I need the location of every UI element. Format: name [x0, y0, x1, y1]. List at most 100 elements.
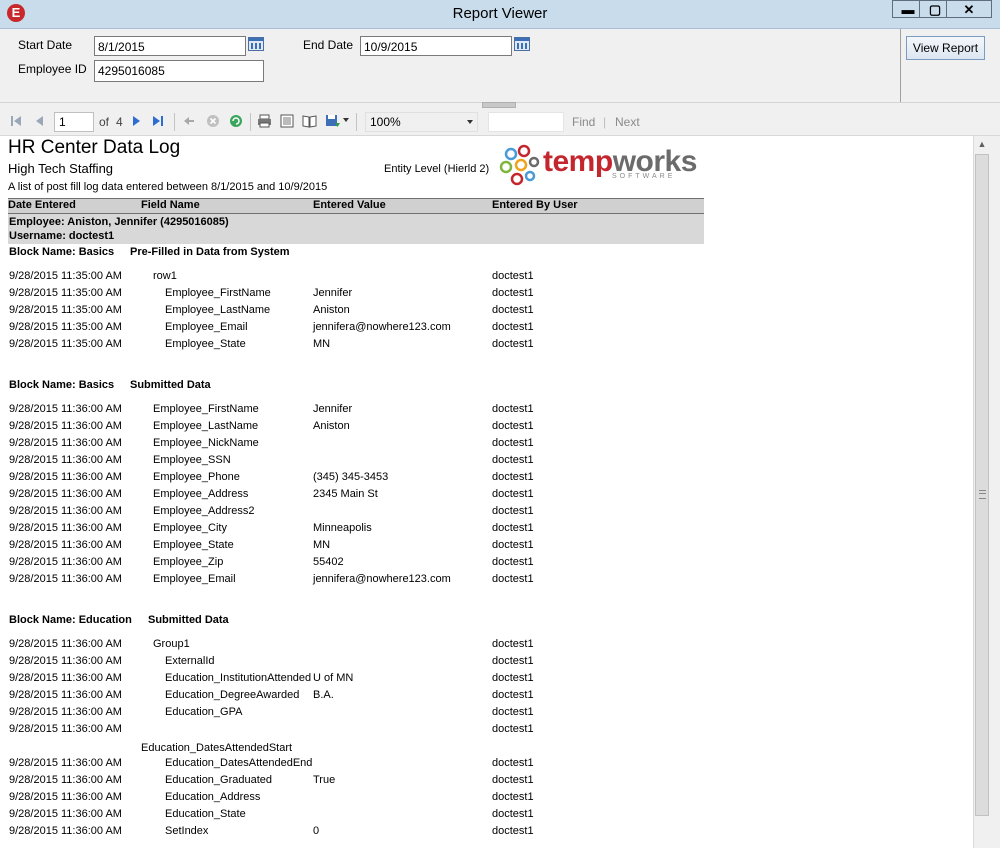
window-title: Report Viewer [452, 5, 548, 22]
log-row-date: 9/28/2015 11:36:00 AM [9, 825, 122, 837]
view-report-button[interactable]: View Report [906, 36, 985, 60]
log-row-user: doctest1 [492, 522, 534, 534]
log-row-user: doctest1 [492, 808, 534, 820]
log-row-field: Education_DatesAttendedStart [141, 742, 293, 754]
previous-page-icon[interactable] [33, 115, 45, 127]
log-row-field: Education_DatesAttendedEnd [165, 757, 313, 769]
page-setup-icon[interactable] [302, 114, 317, 128]
log-row-date: 9/28/2015 11:36:00 AM [9, 539, 122, 551]
log-row-field: Employee_FirstName [153, 403, 259, 415]
log-row-field: Employee_Email [153, 573, 236, 585]
log-row-user: doctest1 [492, 825, 534, 837]
log-row-date: 9/28/2015 11:36:00 AM [9, 774, 122, 786]
log-row-user: doctest1 [492, 304, 534, 316]
log-row-field: Employee_LastName [165, 304, 271, 316]
find-link[interactable]: Find [572, 115, 595, 129]
find-input[interactable] [488, 112, 564, 132]
log-row-user: doctest1 [492, 655, 534, 667]
export-save-icon[interactable] [325, 114, 341, 128]
log-row-user: doctest1 [492, 454, 534, 466]
close-button[interactable]: ✕ [946, 0, 992, 18]
start-date-calendar-icon[interactable] [248, 37, 264, 51]
log-row-user: doctest1 [492, 287, 534, 299]
log-row-date: 9/28/2015 11:36:00 AM [9, 437, 122, 449]
report-toolbar: 1 of 4 100% Find | Next [0, 109, 1000, 136]
of-label: of [99, 115, 110, 129]
end-date-input[interactable]: 10/9/2015 [360, 36, 512, 56]
employee-line: Employee: Aniston, Jennifer (4295016085) [9, 216, 229, 228]
log-row-date: 9/28/2015 11:36:00 AM [9, 757, 122, 769]
log-row-value: Aniston [313, 420, 350, 432]
employee-id-input[interactable]: 4295016085 [94, 60, 264, 82]
username-line: Username: doctest1 [9, 230, 115, 242]
log-row-date: 9/28/2015 11:36:00 AM [9, 522, 122, 534]
report-title: HR Center Data Log [8, 137, 181, 158]
log-row-field: Employee_Zip [153, 556, 224, 568]
first-page-icon[interactable] [10, 115, 22, 127]
entity-level: Entity Level (Hierld 2) [384, 163, 490, 175]
log-row-value: 55402 [313, 556, 344, 568]
print-icon[interactable] [257, 114, 272, 128]
log-row-field: Employee_Address2 [153, 505, 255, 517]
tempworks-logo-icon [499, 144, 540, 186]
next-link[interactable]: Next [615, 115, 640, 129]
log-row-date: 9/28/2015 11:36:00 AM [9, 791, 122, 803]
log-row-field: Group1 [153, 638, 190, 650]
log-row-field: Education_Address [165, 791, 261, 803]
log-row-date: 9/28/2015 11:36:00 AM [9, 454, 122, 466]
report-page: HR Center Data Log High Tech Staffing En… [0, 136, 973, 848]
block-kind: Submitted Data [148, 614, 229, 626]
log-row-field: Employee_State [153, 539, 234, 551]
log-row-field: Employee_FirstName [165, 287, 271, 299]
vertical-scrollbar[interactable]: ▲ [973, 136, 990, 848]
block-kind: Submitted Data [130, 379, 211, 391]
log-row-user: doctest1 [492, 505, 534, 517]
page-number-input[interactable]: 1 [54, 112, 94, 132]
log-row-user: doctest1 [492, 573, 534, 585]
log-row-field: Employee_Email [165, 321, 248, 333]
column-header-date: Date Entered [8, 199, 76, 211]
log-row-value: True [313, 774, 336, 786]
log-row-date: 9/28/2015 11:36:00 AM [9, 808, 122, 820]
log-row-date: 9/28/2015 11:36:00 AM [9, 420, 122, 432]
log-row-field: Employee_LastName [153, 420, 259, 432]
back-icon[interactable] [183, 115, 195, 127]
export-dropdown-icon[interactable] [343, 118, 349, 122]
report-description: A list of post fill log data entered bet… [8, 181, 328, 193]
log-row-value: jennifera@nowhere123.com [313, 321, 451, 333]
start-date-input[interactable]: 8/1/2015 [94, 36, 246, 56]
zoom-dropdown-icon[interactable] [467, 120, 473, 124]
scrollbar-thumb[interactable] [975, 154, 989, 816]
log-row-value: Jennifer [313, 403, 353, 415]
print-layout-icon[interactable] [280, 114, 294, 128]
log-row-date: 9/28/2015 11:36:00 AM [9, 488, 122, 500]
log-row-date: 9/28/2015 11:35:00 AM [9, 321, 122, 333]
log-row-user: doctest1 [492, 270, 534, 282]
end-date-calendar-icon[interactable] [514, 37, 530, 51]
last-page-icon[interactable] [152, 115, 164, 127]
log-row-field: Employee_SSN [153, 454, 231, 466]
tempworks-logo-subtitle: SOFTWARE [612, 173, 676, 180]
log-row-value: 0 [313, 825, 320, 837]
log-row-date: 9/28/2015 11:36:00 AM [9, 706, 122, 718]
next-page-icon[interactable] [131, 115, 143, 127]
log-row-field: Employee_Address [153, 488, 249, 500]
log-row-value: B.A. [313, 689, 334, 701]
end-date-label: End Date [303, 38, 354, 52]
log-row-date: 9/28/2015 11:35:00 AM [9, 304, 122, 316]
params-collapse-handle[interactable] [482, 102, 516, 108]
refresh-icon[interactable] [229, 114, 243, 128]
column-header-field: Field Name [141, 199, 200, 211]
zoom-select[interactable]: 100% [365, 112, 478, 132]
toolbar-separator [356, 113, 357, 131]
log-row-user: doctest1 [492, 672, 534, 684]
scroll-up-icon[interactable]: ▲ [974, 136, 990, 153]
params-divider [900, 29, 901, 102]
log-row-value: U of MN [313, 672, 354, 684]
log-row-value: Minneapolis [313, 522, 372, 534]
stop-icon[interactable] [206, 114, 220, 128]
log-row-user: doctest1 [492, 539, 534, 551]
log-row-date: 9/28/2015 11:36:00 AM [9, 655, 122, 667]
log-row-date: 9/28/2015 11:36:00 AM [9, 403, 122, 415]
log-row-field: Employee_NickName [153, 437, 259, 449]
